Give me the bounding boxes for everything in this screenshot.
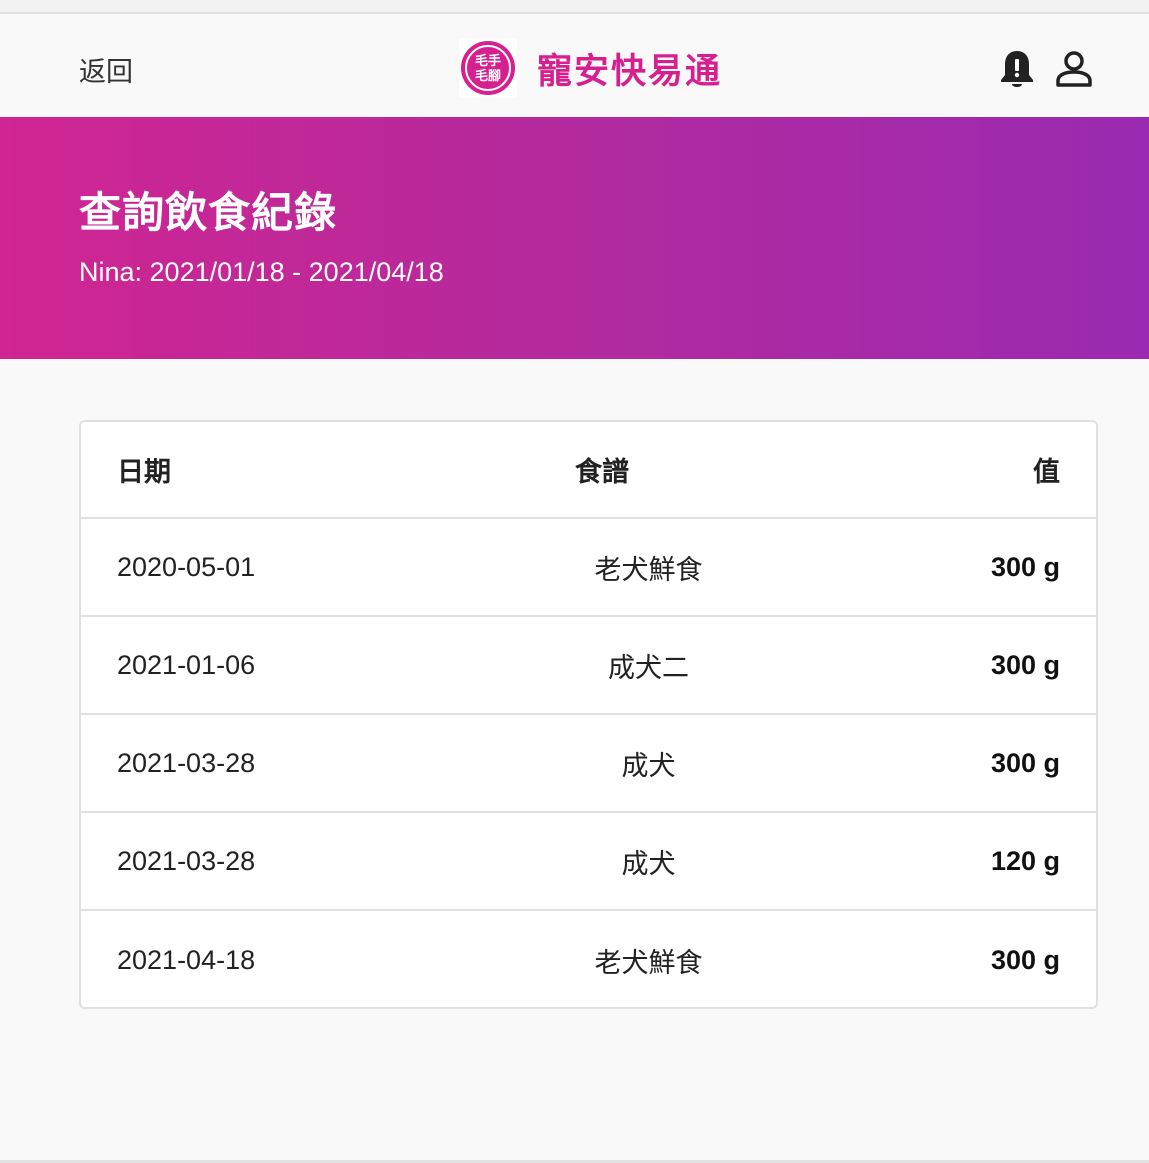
table-header-row: 日期 食譜 值 (81, 422, 1096, 519)
brand-logo-icon: 毛手 毛腳 (459, 38, 517, 98)
table-row: 2020-05-01 老犬鮮食 300 g (81, 519, 1096, 617)
table-row: 2021-04-18 老犬鮮食 300 g (81, 911, 1096, 1007)
row-recipe: 成犬二 (608, 652, 689, 684)
row-recipe: 成犬 (621, 750, 676, 782)
logo-text-top: 毛手 (475, 53, 501, 69)
page-header: 查詢飲食紀錄 Nina: 2021/01/18 - 2021/04/18 (0, 117, 1149, 359)
user-icon[interactable] (1055, 50, 1093, 88)
row-recipe: 老犬鮮食 (594, 947, 703, 979)
row-date: 2021-04-18 (117, 944, 256, 975)
navbar: 返回 毛手 毛腳 寵安快易通 (0, 16, 1149, 117)
table-row: 2021-03-28 成犬 300 g (81, 715, 1096, 813)
column-header-recipe: 食譜 (575, 457, 629, 488)
row-value: 300 g (990, 649, 1060, 680)
bell-icon[interactable] (998, 48, 1036, 90)
page-title: 查詢飲食紀錄 (79, 188, 338, 237)
diet-record-table: 日期 食譜 值 2020-05-01 老犬鮮食 300 g 2021-01-06… (79, 420, 1098, 1009)
date-range-subtitle: Nina: 2021/01/18 - 2021/04/18 (79, 257, 444, 287)
brand-name: 寵安快易通 (537, 51, 723, 92)
row-value: 300 g (990, 551, 1060, 582)
row-date: 2021-01-06 (117, 649, 256, 680)
row-value: 300 g (990, 747, 1060, 778)
column-header-date: 日期 (117, 457, 171, 488)
browser-top-strip (0, 0, 1149, 14)
row-value: 120 g (990, 845, 1060, 876)
row-recipe: 成犬 (621, 848, 676, 880)
table-row: 2021-03-28 成犬 120 g (81, 813, 1096, 911)
row-date: 2021-03-28 (117, 845, 256, 876)
row-date: 2020-05-01 (117, 551, 256, 582)
column-header-value: 值 (1033, 457, 1060, 488)
table-row: 2021-01-06 成犬二 300 g (81, 617, 1096, 715)
logo-text-bottom: 毛腳 (475, 68, 501, 84)
row-date: 2021-03-28 (117, 747, 256, 778)
back-link[interactable]: 返回 (79, 50, 133, 89)
brand[interactable]: 毛手 毛腳 寵安快易通 (459, 38, 722, 98)
row-value: 300 g (990, 944, 1060, 975)
row-recipe: 老犬鮮食 (594, 554, 703, 586)
